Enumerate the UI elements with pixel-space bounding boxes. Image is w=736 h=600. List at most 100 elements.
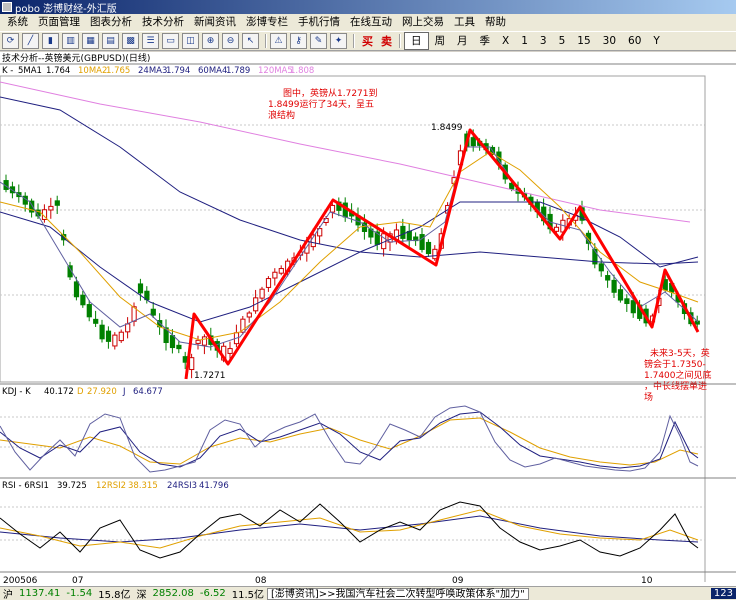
candle-body [605,275,611,281]
monitor-icon[interactable]: ▭ [162,33,179,49]
ma10-line [0,151,699,341]
ma1-value: 1.764 [46,66,70,76]
status-badge[interactable]: 123 [710,588,736,599]
ma-legend: K - 5MA1 1.764 10MA2 1.765 24MA3 1.794 6… [2,66,314,76]
candle-body [105,330,112,342]
key-icon[interactable]: ⚷ [290,33,307,49]
sz-index: 2852.08 [152,588,194,599]
candle-body [278,268,284,274]
candle-body [246,312,252,318]
candle-body [419,234,425,250]
candle-body [201,336,208,346]
menu-online[interactable]: 在线互动 [345,14,397,31]
kdj-panel: KDJ - K 40.172 D 27.920 J 64.677 [0,383,736,473]
sh-volume: 15.8亿 [98,590,131,600]
pen-icon[interactable]: ✎ [310,33,327,49]
ma2-value: 1.765 [106,66,130,76]
chart-svg[interactable]: 技术分析--英镑美元(GBPUSD)(日线) K - 5MA1 1.764 10… [0,52,736,586]
ma60-line [0,96,699,265]
ma5-label: 120MA5 [258,66,293,76]
candle-body [80,294,86,306]
candle-chart-icon[interactable]: ▮ [42,33,59,49]
ma3-label: 24MA3 [138,66,167,76]
candle-body [611,279,617,293]
line-chart-icon[interactable]: ╱ [22,33,39,49]
kdj-j-value: 64.677 [133,387,163,397]
ma2-label: 10MA2 [78,66,107,76]
candle-body [125,323,131,333]
candle-body [86,304,92,318]
period-month[interactable]: 月 [451,33,474,49]
x-tick-label: 200506 [3,576,38,586]
top-note-line-1: 图中，英镑从1.7271到 [283,87,378,99]
rsi-panel: RSI - 6RSI1 39.725 12RSI2 38.315 24RSI3 … [0,477,736,559]
period-1[interactable]: 1 [515,33,534,49]
zoom-in-icon[interactable]: ⊕ [202,33,219,49]
ma1-label: 5MA1 [18,66,42,76]
candle-body [137,283,144,294]
candle-body [617,289,624,301]
layout-icon[interactable]: ◫ [182,33,199,49]
menu-trade[interactable]: 网上交易 [397,14,449,31]
gift-icon[interactable]: ✦ [330,33,347,49]
menu-bar: 系统 页面管理 图表分析 技术分析 新闻资讯 澎博专栏 手机行情 在线互动 网上… [0,14,736,31]
rsi3-label: 24RSI3 [167,481,197,491]
ma3-value: 1.794 [166,66,190,76]
chart-area[interactable]: 技术分析--英镑美元(GBPUSD)(日线) K - 5MA1 1.764 10… [0,52,736,586]
list-icon[interactable]: ☰ [142,33,159,49]
window-title: pobo 澎博财经-外汇版 [15,3,117,15]
ma-legend-prefix: K - [2,66,13,76]
period-x[interactable]: X [496,33,515,49]
refresh-icon[interactable]: ⟳ [2,33,19,49]
period-day[interactable]: 日 [404,32,429,50]
menu-tools[interactable]: 工具 [449,14,480,31]
candle-body [73,281,80,298]
alarm-icon[interactable]: ⚠ [270,33,287,49]
period-quarter[interactable]: 季 [474,33,497,49]
menu-news[interactable]: 新闻资讯 [189,14,241,31]
menu-tech-analysis[interactable]: 技术分析 [137,14,189,31]
news-icon[interactable]: ▤ [102,33,119,49]
candle-body [265,278,272,288]
menu-page-manage[interactable]: 页面管理 [33,14,85,31]
high-price-label: 1.8499 [431,123,463,133]
x-tick-label: 10 [641,576,653,586]
grid-icon[interactable]: ▩ [122,33,139,49]
period-60[interactable]: 60 [622,33,647,49]
ma5-line [0,146,699,348]
news-ticker[interactable]: [澎博资讯]>>我国汽车社会二次转型呼唤政策体系"加力" [267,587,529,600]
period-y[interactable]: Y [647,33,665,49]
candle-body [598,263,604,272]
sz-change: -6.52 [199,588,226,599]
low-price-label: 1.7271 [194,371,226,381]
bar-chart-icon[interactable]: ▥ [62,33,79,49]
menu-system[interactable]: 系统 [2,14,33,31]
table-icon[interactable]: ▦ [82,33,99,49]
future-note-line-2: 镑会于1.7350- [644,358,706,370]
future-note-line-1: 未来3-5天，英 [650,347,710,359]
future-note-line-5: 场 [644,392,653,403]
candle-body [425,241,432,255]
candle-body [54,200,60,206]
sz-label: 深 [136,590,147,600]
sh-index: 1137.41 [19,588,61,599]
period-3[interactable]: 3 [534,33,553,49]
period-15[interactable]: 15 [571,33,596,49]
sell-button[interactable]: 卖 [377,33,396,49]
x-tick-label: 07 [72,576,83,586]
wave-structure-line [184,128,700,380]
menu-help[interactable]: 帮助 [480,14,511,31]
zoom-out-icon[interactable]: ⊖ [222,33,239,49]
menu-mobile[interactable]: 手机行情 [293,14,345,31]
period-week[interactable]: 周 [429,33,452,49]
candle-body [400,225,406,239]
menu-column[interactable]: 澎博专栏 [241,14,293,31]
candle-body [118,331,124,342]
rsi1-value: 39.725 [57,481,87,491]
buy-button[interactable]: 买 [358,33,377,49]
menu-chart-analysis[interactable]: 图表分析 [85,14,137,31]
period-5[interactable]: 5 [553,33,572,49]
period-30[interactable]: 30 [597,33,622,49]
pointer-icon[interactable]: ↖ [242,33,259,49]
candle-body [195,339,201,344]
